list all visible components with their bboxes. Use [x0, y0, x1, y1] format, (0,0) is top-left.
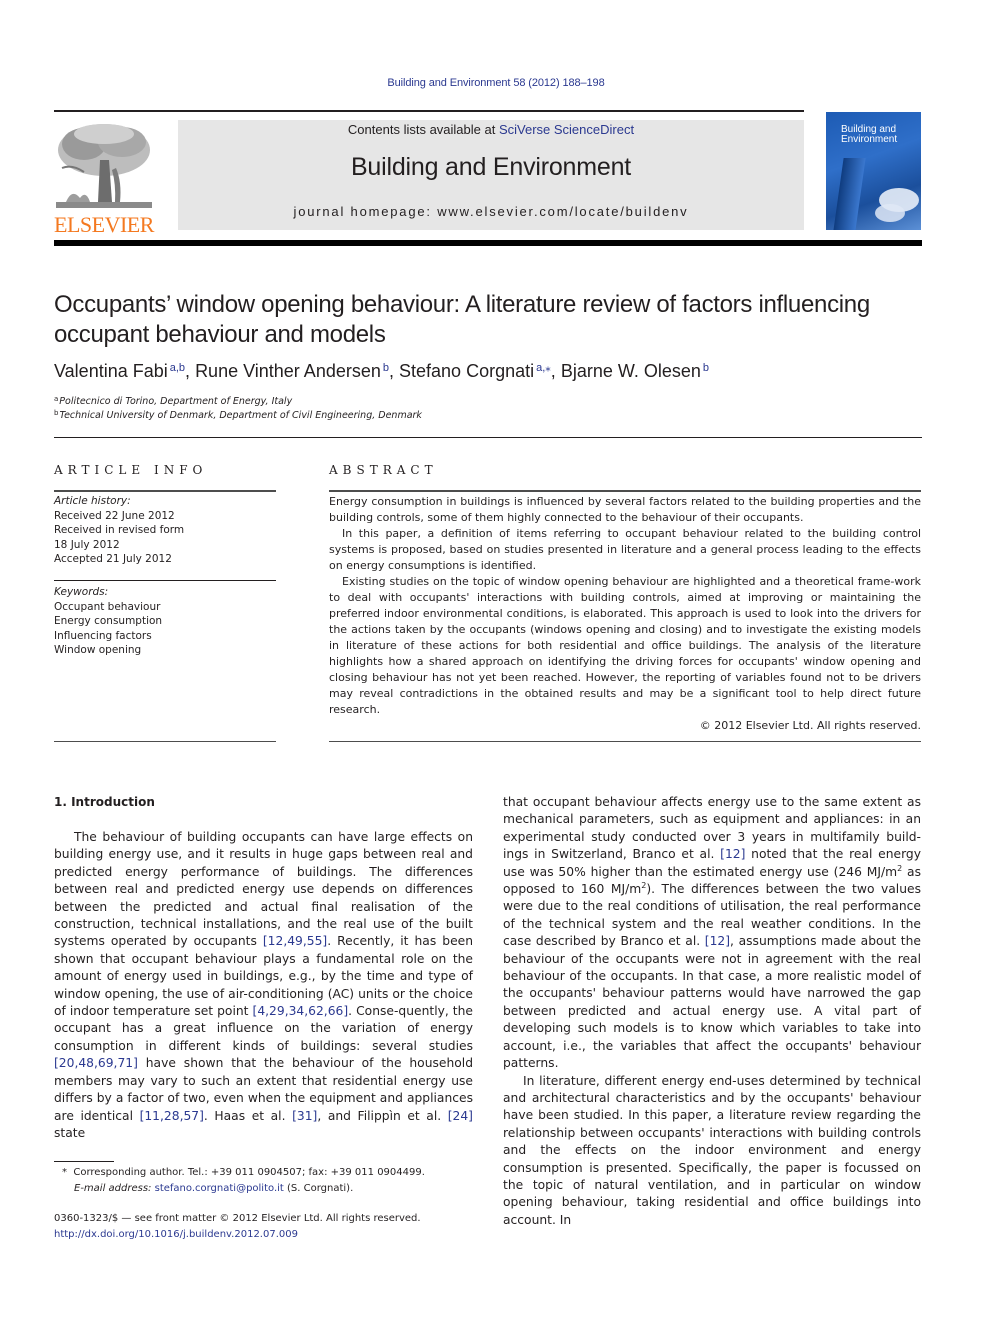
keyword-item[interactable]: Influencing factors: [54, 629, 276, 644]
elsevier-logo[interactable]: ELSEVIER: [54, 120, 154, 236]
article-info-heading: ARTICLE INFO: [54, 463, 208, 477]
body-text: , and Filippìn et al.: [317, 1108, 448, 1123]
abstract-body: Energy consumption in buildings is influ…: [329, 494, 921, 734]
header-top-rule: [54, 110, 804, 112]
article-history: Article history: Received 22 June 2012 R…: [54, 494, 276, 567]
body-column-right: that occupant behaviour affects energy u…: [503, 794, 921, 1229]
author-affiliation-mark[interactable]: a,b: [170, 362, 185, 374]
article-history-label: Article history:: [54, 495, 131, 507]
elsevier-tree-icon: [56, 124, 152, 208]
journal-homepage-link[interactable]: journal homepage: www.elsevier.com/locat…: [178, 204, 804, 219]
author-separator: ,: [185, 361, 196, 381]
citation-link[interactable]: [12]: [705, 934, 730, 948]
abstract-copyright: © 2012 Elsevier Ltd. All rights reserved…: [699, 719, 921, 732]
author-affiliation-mark[interactable]: b: [703, 362, 709, 374]
body-column-left: The behaviour of building occupants can …: [54, 829, 473, 1142]
history-item: Received 22 June 2012: [54, 509, 175, 522]
contents-line: Contents lists available at SciVerse Sci…: [178, 122, 804, 137]
journal-masthead: Contents lists available at SciVerse Sci…: [178, 120, 804, 230]
body-text: . Haas et al.: [203, 1108, 293, 1123]
header-bottom-rule: [54, 240, 922, 246]
citation-link[interactable]: [4,29,34,62,66]: [253, 1004, 349, 1018]
footnote-line: * Corresponding author. Tel.: +39 011 09…: [62, 1165, 492, 1181]
author-name[interactable]: Stefano Corgnati: [399, 361, 534, 381]
abstract-paragraph: In this paper, a definition of items ref…: [329, 527, 921, 572]
abstract-paragraph: Existing studies on the topic of window …: [329, 575, 921, 716]
keyword-item[interactable]: Occupant behaviour: [54, 600, 276, 615]
author-separator: ,: [389, 361, 400, 381]
footnote-text: Corresponding author. Tel.: +39 011 0904…: [73, 1167, 425, 1178]
article-info-bottom-rule: [54, 741, 276, 742]
article-title: Occupants’ window opening behaviour: A l…: [54, 291, 870, 348]
doi-link[interactable]: http://dx.doi.org/10.1016/j.buildenv.201…: [54, 1227, 484, 1243]
keyword-item[interactable]: Window opening: [54, 643, 276, 658]
citation-link[interactable]: [11,28,57]: [140, 1109, 204, 1123]
author-list: Valentina Fabi a,b, Rune Vinther Andersen…: [54, 361, 709, 382]
elsevier-wordmark: ELSEVIER: [54, 212, 154, 237]
author-separator: ,: [550, 361, 561, 381]
email-suffix: (S. Corgnati).: [283, 1183, 354, 1194]
citation-link[interactable]: [31]: [292, 1109, 317, 1123]
body-paragraph: The behaviour of building occupants can …: [54, 829, 473, 1142]
body-paragraph: In literature, different energy end-uses…: [503, 1073, 921, 1227]
history-item: Received in revised form: [54, 524, 185, 536]
journal-title: Building and Environment: [350, 153, 632, 181]
author-name[interactable]: Bjarne W. Olesen: [561, 361, 701, 381]
abstract-bottom-rule: [329, 741, 921, 742]
keyword-item[interactable]: Energy consumption: [54, 614, 276, 629]
cover-title-line2: Environment: [841, 134, 898, 145]
citation-link[interactable]: [24]: [448, 1109, 473, 1123]
article-info-rule: [54, 490, 276, 492]
affiliation: bTechnical University of Denmark, Depart…: [54, 409, 422, 421]
running-head[interactable]: Building and Environment 58 (2012) 188–1…: [0, 77, 992, 89]
affiliation-rule: [54, 437, 922, 438]
issn-line: 0360-1323/$ — see front matter © 2012 El…: [54, 1213, 421, 1224]
body-paragraph: that occupant behaviour affects energy u…: [503, 794, 921, 1073]
cover-building-graphic: [832, 158, 866, 230]
abstract-rule: [329, 490, 921, 492]
affiliation-text: Politecnico di Torino, Department of Ene…: [59, 396, 293, 407]
citation-link[interactable]: [12,49,55]: [263, 934, 327, 948]
footnote-email-line: E-mail address: stefano.corgnati@polito.…: [62, 1181, 492, 1197]
journal-cover-image[interactable]: Building and Environment: [826, 112, 921, 230]
affiliation-text: Technical University of Denmark, Departm…: [59, 410, 422, 421]
abstract-paragraph: Energy consumption in buildings is influ…: [329, 495, 921, 524]
cover-cloud-graphic: [875, 204, 905, 222]
cover-title: Building and Environment: [841, 125, 921, 145]
author-name[interactable]: Valentina Fabi: [54, 361, 168, 381]
sciencedirect-link[interactable]: SciVerse ScienceDirect: [499, 122, 634, 137]
keywords: Keywords: Occupant behaviour Energy cons…: [54, 585, 276, 658]
section-heading-introduction: 1. Introduction: [54, 795, 155, 809]
author-name[interactable]: Rune Vinther Andersen: [195, 361, 381, 381]
footnote-mark: *: [62, 1167, 67, 1178]
affiliation-mark: a: [54, 395, 59, 403]
footnote-rule: [54, 1161, 114, 1162]
body-text: state: [54, 1125, 86, 1140]
corresponding-author-footnote: * Corresponding author. Tel.: +39 011 09…: [62, 1165, 492, 1197]
affiliation-mark: b: [54, 409, 59, 417]
citation-link[interactable]: [20,48,69,71]: [54, 1056, 138, 1070]
body-text: The behaviour of building occupants can …: [54, 830, 473, 949]
history-item: 18 July 2012: [54, 538, 120, 551]
email-link[interactable]: stefano.corgnati@polito.it: [155, 1183, 284, 1194]
page-footer: 0360-1323/$ — see front matter © 2012 El…: [54, 1211, 484, 1243]
author-affiliation-mark[interactable]: a,⁎: [536, 362, 551, 374]
citation-link[interactable]: [12]: [720, 847, 745, 861]
body-text: , assumptions made about the behaviour o…: [503, 934, 921, 1071]
contents-prefix: Contents lists available at: [347, 122, 499, 137]
keywords-label: Keywords:: [54, 586, 109, 598]
abstract-heading: ABSTRACT: [329, 463, 438, 477]
keywords-rule: [54, 580, 276, 581]
email-label: E-mail address:: [74, 1183, 152, 1194]
history-item: Accepted 21 July 2012: [54, 553, 172, 565]
affiliation: aPolitecnico di Torino, Department of En…: [54, 395, 292, 407]
